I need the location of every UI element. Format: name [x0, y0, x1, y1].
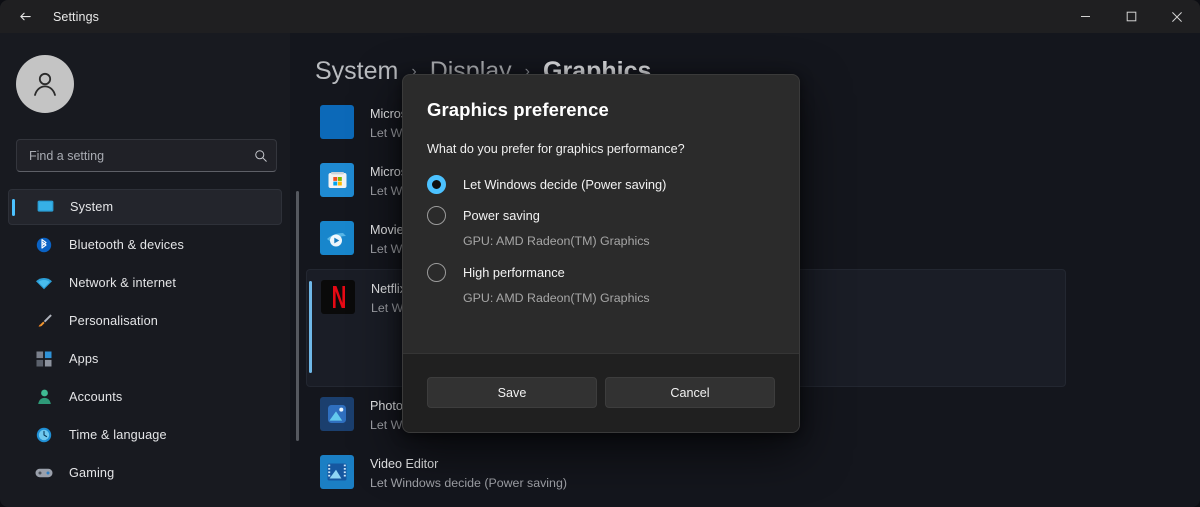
sidebar-item-network-internet[interactable]: Network & internet — [8, 265, 282, 301]
window-controls — [1062, 0, 1200, 33]
dialog-body: Graphics preference What do you prefer f… — [403, 75, 799, 305]
sidebar-item-apps[interactable]: Apps — [8, 341, 282, 377]
sidebar-item-time-language[interactable]: Time & language — [8, 417, 282, 453]
cancel-button[interactable]: Cancel — [605, 377, 775, 408]
search-icon[interactable] — [246, 149, 276, 163]
radio-label: Let Windows decide (Power saving) — [463, 176, 667, 192]
sidebar-item-system[interactable]: System — [8, 189, 282, 225]
app-subtitle: Let Windows decide (Power saving) — [370, 476, 567, 490]
generic-blue-app-icon — [320, 105, 354, 139]
sidebar-nav: System Bluetooth & devices Network & int… — [8, 189, 282, 493]
monitor-icon — [35, 198, 55, 216]
radio-button-icon[interactable] — [427, 262, 446, 282]
graphics-preference-radio-group: Let Windows decide (Power saving) Power … — [427, 172, 775, 305]
dialog-footer: Save Cancel — [403, 353, 799, 432]
sidebar-item-personalisation[interactable]: Personalisation — [8, 303, 282, 339]
radio-option-power-saving[interactable]: Power saving — [427, 203, 775, 227]
radio-label: High performance — [463, 264, 565, 280]
radio-button-icon[interactable] — [427, 205, 446, 225]
breadcrumb-segment-system[interactable]: System — [315, 57, 398, 86]
settings-window: Settings Find a setting System Bluetooth… — [0, 0, 1200, 507]
gpu-description: GPU: AMD Radeon(TM) Graphics — [463, 291, 650, 305]
sidebar-item-bluetooth-devices[interactable]: Bluetooth & devices — [8, 227, 282, 263]
wifi-icon — [34, 274, 54, 292]
dialog-title: Graphics preference — [427, 99, 609, 120]
bluetooth-icon — [34, 236, 54, 254]
movies-tv-icon — [320, 221, 354, 255]
sidebar-item-label: Time & language — [69, 428, 167, 442]
sidebar-item-label: Gaming — [69, 466, 115, 480]
sidebar-item-gaming[interactable]: Gaming — [8, 455, 282, 491]
avatar[interactable] — [16, 55, 74, 113]
gamepad-icon — [34, 464, 54, 482]
search-box[interactable] — [16, 139, 277, 172]
app-title: Settings — [53, 9, 99, 24]
gpu-description: GPU: AMD Radeon(TM) Graphics — [463, 234, 650, 248]
save-button[interactable]: Save — [427, 377, 597, 408]
sidebar-item-accounts[interactable]: Accounts — [8, 379, 282, 415]
apps-icon — [34, 350, 54, 368]
video-editor-icon — [320, 455, 354, 489]
photos-icon — [320, 397, 354, 431]
close-icon[interactable] — [1154, 0, 1200, 33]
title-bar: Settings — [0, 0, 1200, 33]
graphics-preference-dialog: Graphics preference What do you prefer f… — [402, 74, 800, 433]
dialog-question: What do you prefer for graphics performa… — [427, 142, 685, 156]
sidebar-item-label: Bluetooth & devices — [69, 238, 184, 252]
person-icon — [34, 388, 54, 406]
sidebar-item-label: Apps — [69, 352, 99, 366]
sidebar-item-label: Personalisation — [69, 314, 158, 328]
radio-button-selected-icon[interactable] — [427, 174, 446, 194]
minimize-icon[interactable] — [1062, 0, 1108, 33]
radio-option-high-performance[interactable]: High performance — [427, 260, 775, 284]
radio-option-let-windows-decide[interactable]: Let Windows decide (Power saving) — [427, 172, 775, 196]
clock-icon — [34, 426, 54, 444]
app-name: Video Editor — [370, 457, 439, 471]
sidebar-item-label: Accounts — [69, 390, 123, 404]
maximize-icon[interactable] — [1108, 0, 1154, 33]
sidebar: System Bluetooth & devices — [0, 33, 290, 507]
radio-label: Power saving — [463, 207, 540, 223]
microsoft-store-icon — [320, 163, 354, 197]
sidebar-item-label: Network & internet — [69, 276, 177, 290]
back-arrow-icon[interactable] — [8, 4, 42, 30]
scrollbar[interactable] — [296, 191, 299, 441]
netflix-icon — [321, 280, 355, 314]
sidebar-item-label: System — [70, 200, 114, 214]
search-input[interactable] — [17, 148, 246, 163]
list-item[interactable]: Video Editor Let Windows decide (Power s… — [306, 445, 1066, 503]
paintbrush-icon — [34, 312, 54, 330]
